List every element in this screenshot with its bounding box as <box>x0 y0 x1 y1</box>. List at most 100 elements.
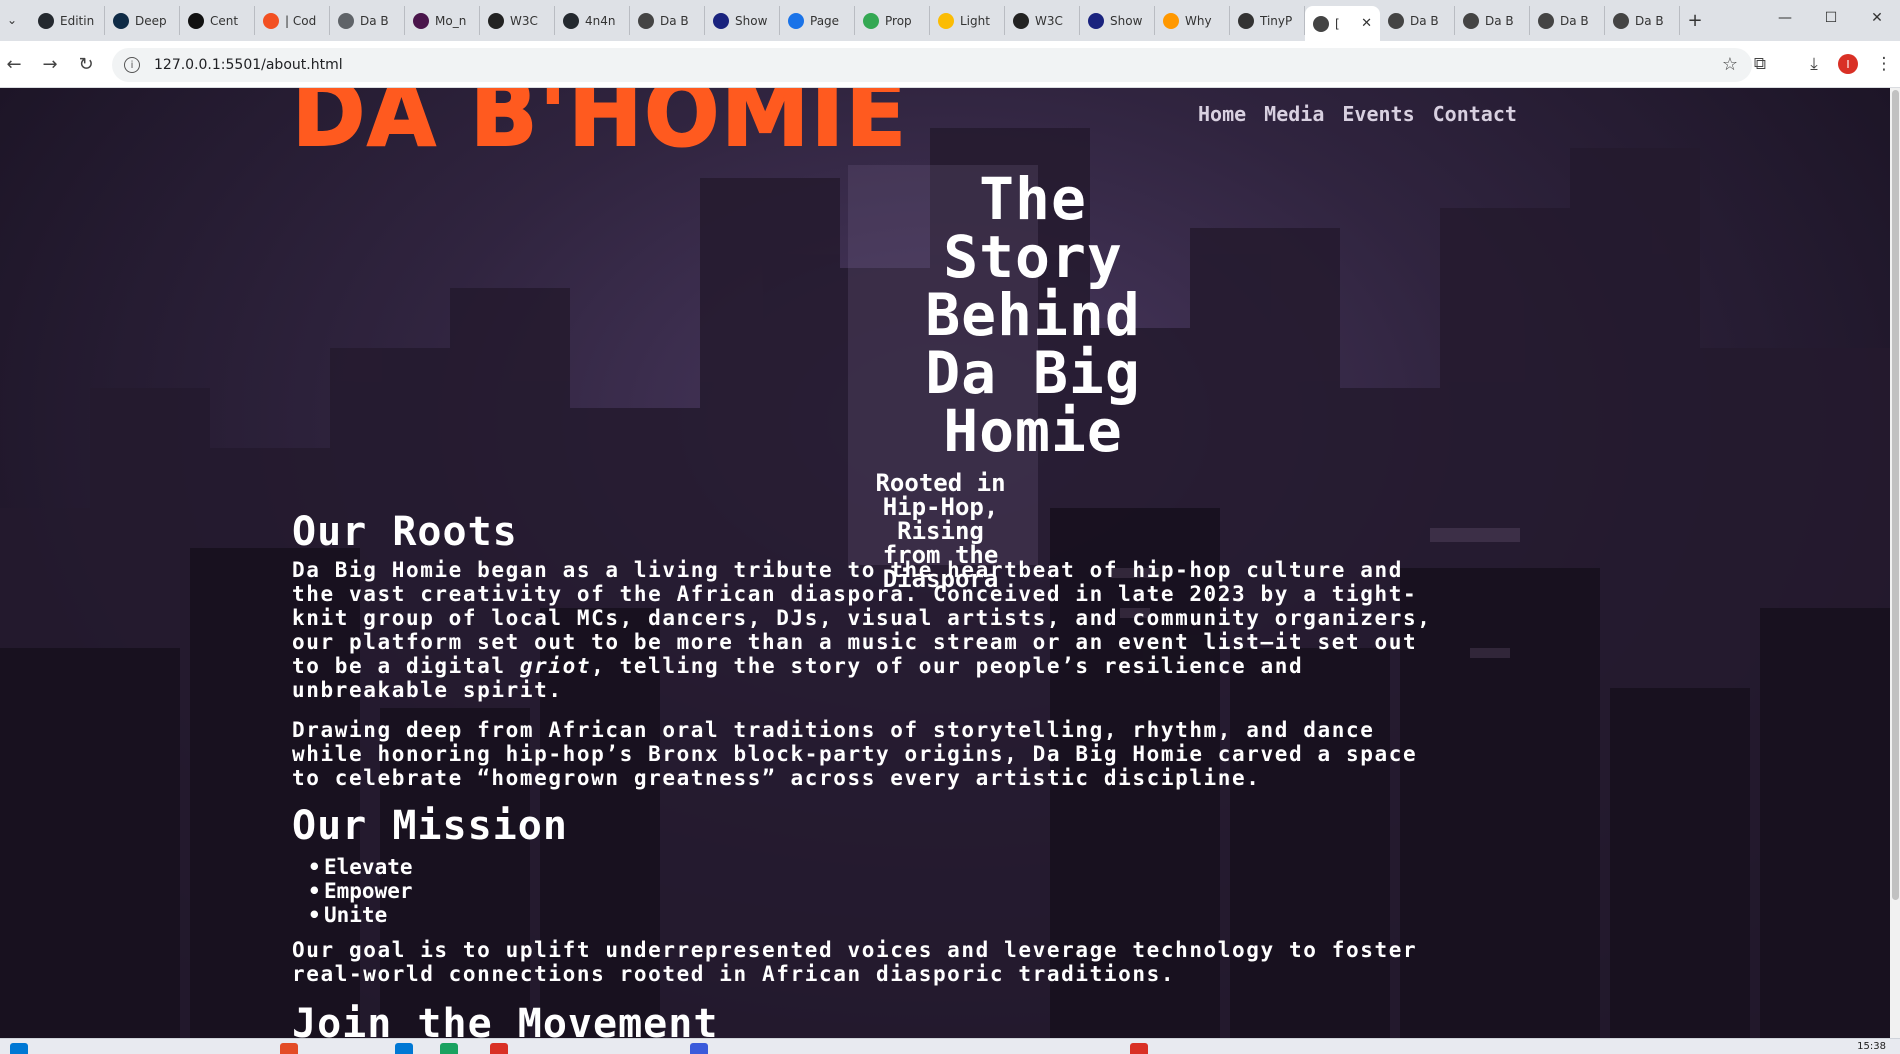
circle-icon <box>263 12 279 29</box>
nav-contact-link[interactable]: Contact <box>1433 102 1517 126</box>
tab-title: Prop <box>885 13 912 28</box>
text-line: the vast creativity of the African diasp… <box>292 582 1418 606</box>
tab[interactable]: Deep <box>105 6 180 35</box>
tab[interactable]: Show <box>1080 6 1155 35</box>
tab[interactable]: W3C <box>1005 6 1080 35</box>
tab[interactable]: Da B <box>1380 6 1455 35</box>
os-taskbar: 15:38 <box>0 1038 1900 1054</box>
page-viewport: DA B'HOMIE Home Media Events Contact The… <box>0 88 1890 1038</box>
tab[interactable]: Da B <box>1455 6 1530 35</box>
close-tab-icon[interactable]: ✕ <box>1361 16 1372 31</box>
tab-title: Cent <box>210 13 239 28</box>
hero-title-line: The <box>979 165 1087 233</box>
hero-title-line: Story <box>943 223 1123 291</box>
hero-title-line: Da Big <box>925 339 1141 407</box>
roots-heading: Our Roots <box>292 509 518 555</box>
mission-paragraph: Our goal is to uplift underrepresented v… <box>292 938 1582 986</box>
page-icon <box>1613 12 1629 29</box>
tab[interactable]: Da B <box>1605 6 1680 35</box>
nav-events-link[interactable]: Events <box>1342 102 1414 126</box>
tab[interactable]: Prop <box>855 6 930 35</box>
address-bar[interactable]: i 127.0.0.1:5501/about.html ☆ <box>112 48 1752 82</box>
tab-title: Mo_n <box>435 13 467 28</box>
w3c-icon <box>488 12 504 29</box>
scrollbar-thumb[interactable] <box>1892 90 1899 900</box>
tab-title: Why <box>1185 13 1212 28</box>
taskbar-app-icon[interactable] <box>280 1043 298 1054</box>
forward-icon[interactable]: → <box>38 52 62 76</box>
tab[interactable]: Light <box>930 6 1005 35</box>
tab[interactable]: Page <box>780 6 855 35</box>
new-tab-icon[interactable]: + <box>1680 6 1710 35</box>
tab-title: Da B <box>1560 13 1589 28</box>
tab[interactable]: Mo_n <box>405 6 480 35</box>
join-heading: Join the Movement <box>292 1001 719 1038</box>
tab-search-icon[interactable]: ⌄ <box>2 8 22 32</box>
roots-paragraph-1: Da Big Homie began as a living tribute t… <box>292 558 1582 702</box>
text-line: our platform set out to be more than a m… <box>292 630 1418 654</box>
tab[interactable]: Da B <box>630 6 705 35</box>
list-item-label: Elevate <box>324 855 413 879</box>
page-icon <box>638 12 654 29</box>
tab-title: TinyP <box>1260 13 1293 28</box>
extensions-icon[interactable]: ⧉ <box>1748 52 1772 76</box>
logo-icon <box>713 12 729 29</box>
tab-title: Da B <box>1485 13 1514 28</box>
tab[interactable]: Cent <box>180 6 255 35</box>
taskbar-app-icon[interactable] <box>440 1043 458 1054</box>
maximize-icon[interactable]: ☐ <box>1808 0 1854 35</box>
page-icon <box>1313 15 1329 32</box>
github-icon <box>38 12 54 29</box>
mission-list: • Elevate • Empower • Unite <box>308 855 413 927</box>
tab-title: Da B <box>1635 13 1664 28</box>
close-window-icon[interactable]: ✕ <box>1854 0 1900 35</box>
start-icon[interactable] <box>10 1043 28 1054</box>
download-icon[interactable]: ⤓ <box>1802 52 1826 76</box>
text-line: real-world connections rooted in African… <box>292 962 1176 986</box>
taskbar-app-icon[interactable] <box>1130 1043 1148 1054</box>
page-icon <box>1538 12 1554 29</box>
tab-title: [ <box>1335 16 1340 31</box>
reload-icon[interactable]: ↻ <box>74 52 98 76</box>
tab[interactable]: 4n4n <box>555 6 630 35</box>
tab-title: Light <box>960 13 990 28</box>
site-logo[interactable]: DA B'HOMIE <box>291 88 908 161</box>
back-icon[interactable]: ← <box>2 52 26 76</box>
list-item: • Empower <box>308 879 413 903</box>
tab[interactable]: TinyP <box>1230 6 1305 35</box>
tab-title: Da B <box>360 13 389 28</box>
taskbar-clock: 15:38 <box>1857 1041 1886 1052</box>
page-icon <box>1388 12 1404 29</box>
url-text[interactable]: 127.0.0.1:5501/about.html <box>154 57 343 73</box>
nav-media-link[interactable]: Media <box>1264 102 1324 126</box>
tab[interactable]: Da B <box>1530 6 1605 35</box>
taskbar-app-icon[interactable] <box>395 1043 413 1054</box>
nav-home-link[interactable]: Home <box>1198 102 1246 126</box>
menu-kebab-icon[interactable]: ⋮ <box>1872 52 1896 76</box>
window-controls: — ☐ ✕ <box>1762 0 1900 35</box>
list-item: • Unite <box>308 903 388 927</box>
logo-icon <box>1088 12 1104 29</box>
tab-title: W3C <box>510 13 538 28</box>
w3c-icon <box>1013 12 1029 29</box>
tab-active[interactable]: [✕ <box>1305 6 1380 41</box>
tab[interactable]: Da B <box>330 6 405 35</box>
minimize-icon[interactable]: — <box>1762 0 1808 35</box>
site-info-icon[interactable]: i <box>124 57 140 73</box>
taskbar-app-icon[interactable] <box>490 1043 508 1054</box>
taskbar-app-icon[interactable] <box>690 1043 708 1054</box>
tab[interactable]: Editin <box>30 6 105 35</box>
profile-avatar[interactable]: I <box>1838 54 1858 74</box>
tab-title: Page <box>810 13 840 28</box>
hero-title-line: Behind <box>925 281 1141 349</box>
tab[interactable]: Show <box>705 6 780 35</box>
tab[interactable]: W3C <box>480 6 555 35</box>
hero-title-line: Homie <box>943 397 1123 465</box>
tab[interactable]: Why <box>1155 6 1230 35</box>
deepl-icon <box>113 12 129 29</box>
tab-strip: ⌄ Editin Deep Cent | Cod Da B Mo_n W3C 4n4n Da B… <box>0 0 1900 41</box>
text-line: Our goal is to uplift underrepresented v… <box>292 938 1418 962</box>
tab[interactable]: | Cod <box>255 6 330 35</box>
openai-icon <box>188 12 204 29</box>
bookmark-star-icon[interactable]: ☆ <box>1722 54 1738 75</box>
